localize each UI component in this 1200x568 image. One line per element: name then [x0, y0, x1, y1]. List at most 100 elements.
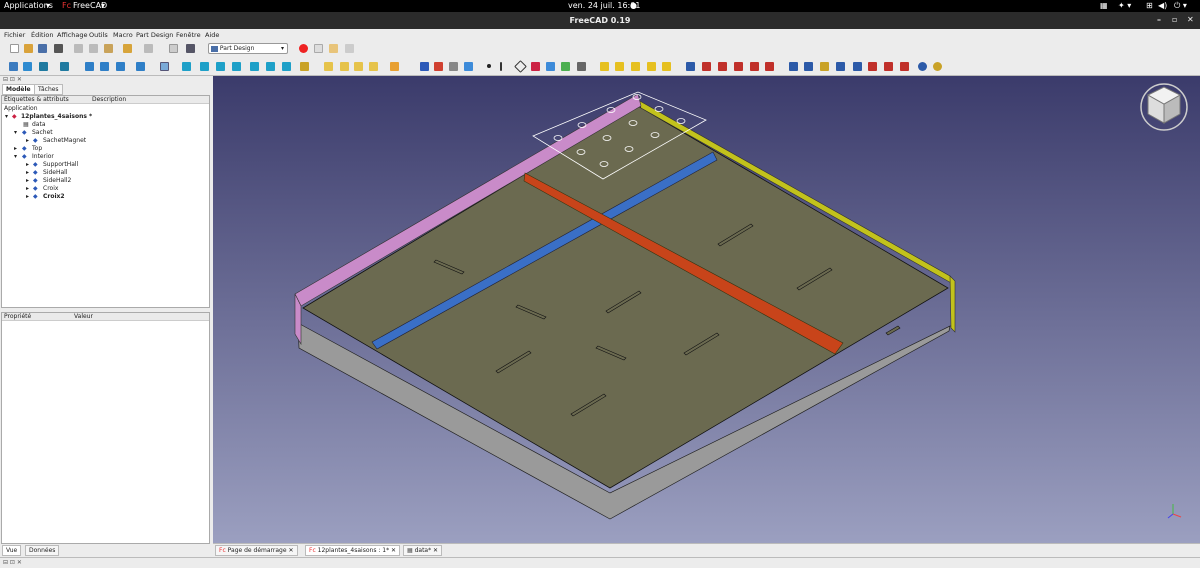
- minimize-icon[interactable]: –: [1157, 15, 1161, 24]
- datum-point-icon[interactable]: [487, 64, 491, 68]
- thickness-icon[interactable]: [900, 62, 909, 71]
- additive-primitive-icon[interactable]: [662, 62, 671, 71]
- mirrored-icon[interactable]: [789, 62, 798, 71]
- tree-item-sachetmagnet[interactable]: SachetMagnet: [43, 137, 86, 145]
- navigation-cube[interactable]: [1140, 83, 1188, 131]
- accessibility-icon[interactable]: ✦ ▾: [1118, 1, 1131, 11]
- boolean-icon[interactable]: [918, 62, 927, 71]
- view-top-icon[interactable]: [216, 62, 225, 71]
- pipe-icon[interactable]: [647, 62, 656, 71]
- tab-vue[interactable]: Vue: [2, 545, 22, 556]
- tree-item-supporthall[interactable]: SupportHall: [43, 161, 78, 169]
- pad-icon[interactable]: [600, 62, 609, 71]
- floor-plate[interactable]: [302, 105, 949, 489]
- view-bottom-icon[interactable]: [266, 62, 275, 71]
- datum-plane-icon[interactable]: [514, 60, 527, 73]
- report-dock-icons[interactable]: ⊟ ⊡ ✕: [3, 559, 22, 566]
- tree-item-sidehall2[interactable]: SideHall2: [43, 177, 71, 185]
- menu-macro[interactable]: Macro: [113, 31, 133, 39]
- collapse-arrow-icon[interactable]: ▸: [14, 145, 17, 153]
- group-icon[interactable]: [340, 62, 349, 71]
- view-isometric-icon[interactable]: [182, 62, 191, 71]
- tab-taches[interactable]: Tâches: [34, 84, 63, 95]
- forward-arrow-icon[interactable]: [100, 62, 109, 71]
- shape-binder-icon[interactable]: [546, 62, 555, 71]
- coordinate-system-icon[interactable]: [390, 62, 399, 71]
- tree-item-sidehall[interactable]: SideHall: [43, 169, 68, 177]
- edit-macro-icon[interactable]: [329, 44, 338, 53]
- collapse-arrow-icon[interactable]: ▸: [26, 137, 29, 145]
- sketch-icon[interactable]: [434, 62, 443, 71]
- menu-fenetre[interactable]: Fenêtre: [176, 31, 201, 39]
- local-cs-icon[interactable]: [531, 62, 540, 71]
- workbench-nav-icon[interactable]: [136, 62, 145, 71]
- save-icon[interactable]: [38, 44, 47, 53]
- volume-icon[interactable]: ◀): [1158, 1, 1167, 11]
- pocket-icon[interactable]: [686, 62, 695, 71]
- tree-item-top[interactable]: Top: [32, 145, 42, 153]
- copy-icon[interactable]: [89, 44, 98, 53]
- draft-icon[interactable]: [884, 62, 893, 71]
- view-rear-icon[interactable]: [250, 62, 259, 71]
- zoom-box-icon[interactable]: [160, 62, 169, 71]
- fit-selection-icon[interactable]: [23, 62, 32, 71]
- body-icon[interactable]: [420, 62, 429, 71]
- tree-col-description[interactable]: Description: [92, 96, 126, 104]
- network-icon[interactable]: ⊞: [1146, 1, 1153, 11]
- tree-item-croix[interactable]: Croix: [43, 185, 58, 193]
- property-col-name[interactable]: Propriété: [4, 313, 31, 321]
- hole-icon[interactable]: [702, 62, 711, 71]
- new-file-icon[interactable]: [10, 44, 19, 53]
- datum-line-icon[interactable]: [500, 62, 502, 71]
- tree-item-sachet[interactable]: Sachet: [32, 129, 53, 137]
- expand-arrow-icon[interactable]: ▾: [14, 129, 17, 137]
- clone-icon[interactable]: [577, 62, 586, 71]
- collapse-arrow-icon[interactable]: ▸: [26, 169, 29, 177]
- redo-icon[interactable]: [144, 44, 153, 53]
- measure-icon[interactable]: [300, 62, 309, 71]
- close-tab-icon[interactable]: ✕: [391, 547, 396, 554]
- link-actions-icon[interactable]: [369, 62, 378, 71]
- subshape-binder-icon[interactable]: [561, 62, 570, 71]
- subtractive-pipe-icon[interactable]: [750, 62, 759, 71]
- menu-fichier[interactable]: Fichier: [4, 31, 25, 39]
- tree-item-croix2[interactable]: Croix2: [43, 193, 65, 201]
- workspace-icon[interactable]: ▦: [1100, 1, 1108, 11]
- polar-pattern-icon[interactable]: [820, 62, 829, 71]
- groove-icon[interactable]: [718, 62, 727, 71]
- workbench-selector[interactable]: Part Design ▾: [208, 43, 288, 54]
- 3d-viewport[interactable]: [213, 76, 1200, 543]
- collapse-arrow-icon[interactable]: ▸: [26, 193, 29, 201]
- expand-arrow-icon[interactable]: ▾: [5, 113, 8, 121]
- cut-icon[interactable]: [74, 44, 83, 53]
- tab-donnees[interactable]: Données: [25, 545, 60, 556]
- up-arrow-icon[interactable]: [116, 62, 125, 71]
- attach-sketch-icon[interactable]: [449, 62, 458, 71]
- tab-modele[interactable]: Modèle: [2, 84, 35, 95]
- linear-pattern-icon[interactable]: [804, 62, 813, 71]
- undo-icon[interactable]: [123, 44, 132, 53]
- menu-part-design[interactable]: Part Design: [136, 31, 173, 39]
- yellow-side-end[interactable]: [949, 275, 956, 333]
- fillet-icon[interactable]: [853, 62, 862, 71]
- close-tab-icon[interactable]: ✕: [433, 547, 438, 554]
- loft-icon[interactable]: [631, 62, 640, 71]
- fit-all-icon[interactable]: [9, 62, 18, 71]
- validate-sketch-icon[interactable]: [464, 62, 473, 71]
- part-icon[interactable]: [324, 62, 333, 71]
- revolution-icon[interactable]: [615, 62, 624, 71]
- tree-item-interior[interactable]: Interior: [32, 153, 54, 161]
- record-macro-icon[interactable]: [299, 44, 308, 53]
- tree-col-labels[interactable]: Étiquettes & attributs: [4, 96, 69, 104]
- open-file-icon[interactable]: [24, 44, 33, 53]
- expand-arrow-icon[interactable]: ▾: [14, 153, 17, 161]
- power-icon[interactable]: ⏻ ▾: [1174, 1, 1187, 11]
- sprocket-icon[interactable]: [933, 62, 942, 71]
- subtractive-primitive-icon[interactable]: [765, 62, 774, 71]
- tree-item-data[interactable]: data: [32, 121, 46, 129]
- tree-item-document[interactable]: 12plantes_4saisons *: [21, 113, 92, 121]
- view-front-icon[interactable]: [200, 62, 209, 71]
- link-icon[interactable]: [354, 62, 363, 71]
- close-window-icon[interactable]: ✕: [1187, 15, 1194, 24]
- tab-data[interactable]: ▦ data* ✕: [403, 545, 443, 556]
